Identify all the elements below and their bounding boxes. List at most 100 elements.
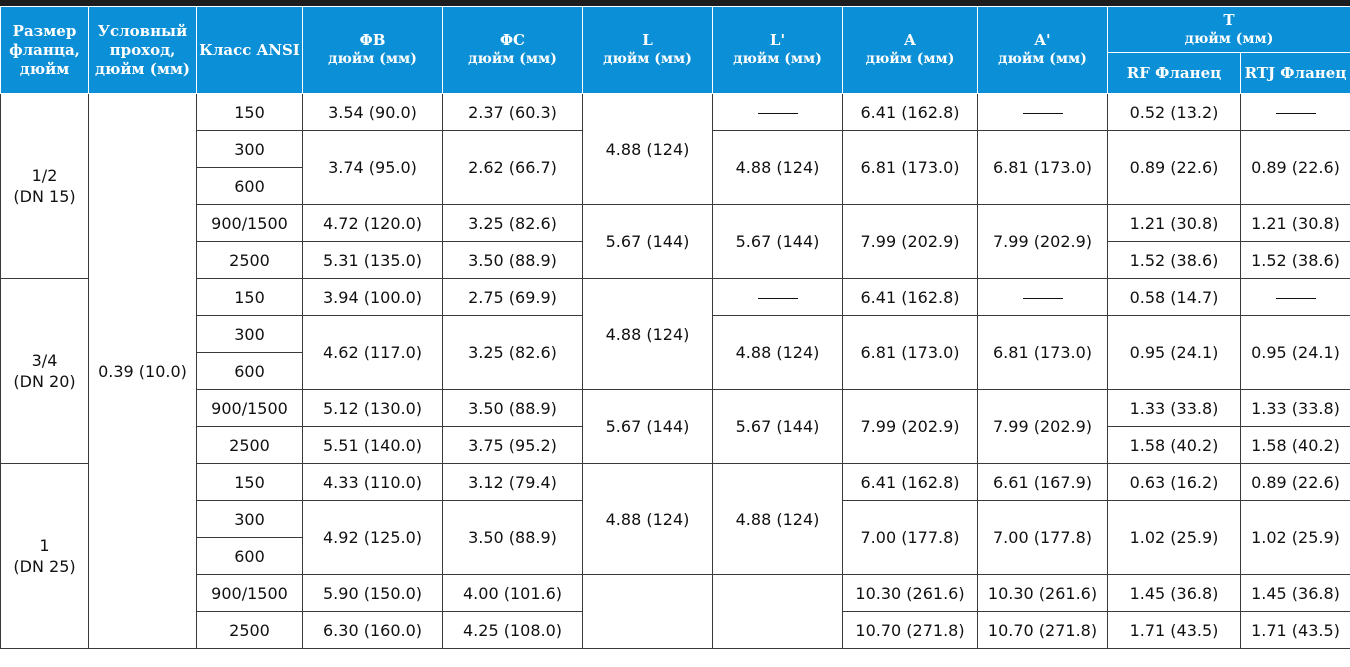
phi-c-cell: 4.00 (101.6) xyxy=(442,574,583,612)
rf-cell: 0.89 (22.6) xyxy=(1107,130,1241,205)
phi-b-cell: 5.31 (135.0) xyxy=(302,241,443,279)
l-prime-cell: 5.67 (144) xyxy=(712,389,843,464)
a-prime-cell: 6.81 (173.0) xyxy=(977,315,1108,390)
rtj-cell: 1.33 (33.8) xyxy=(1240,389,1350,427)
rf-cell: 1.02 (25.9) xyxy=(1107,500,1241,575)
flange-size: 1 xyxy=(39,536,50,555)
phi-b-cell: 3.54 (90.0) xyxy=(302,93,443,131)
header-l-label: L xyxy=(642,31,653,49)
header-l: Lдюйм (мм) xyxy=(582,6,713,94)
phi-c-cell: 2.37 (60.3) xyxy=(442,93,583,131)
ansi-class-cell: 300 xyxy=(196,130,303,168)
dash-mark: — xyxy=(1275,297,1316,299)
rf-cell: 0.63 (16.2) xyxy=(1107,463,1241,501)
table-body: 1/2 (DN 15) 0.39 (10.0) 150 3.54 (90.0) 2… xyxy=(0,93,1350,649)
ansi-class-cell: 2500 xyxy=(196,426,303,464)
rf-cell: 1.33 (33.8) xyxy=(1107,389,1241,427)
table-header: Размер фланца, дюйм Условный проход, дюй… xyxy=(0,6,1350,94)
ansi-class-cell: 900/1500 xyxy=(196,574,303,612)
dash-mark: — xyxy=(757,112,798,114)
table-row: 1/2 (DN 15) 0.39 (10.0) 150 3.54 (90.0) 2… xyxy=(0,93,1350,649)
header-unit: дюйм (мм) xyxy=(733,51,822,67)
ansi-class-cell: 300 xyxy=(196,500,303,538)
header-unit: дюйм (мм) xyxy=(468,51,557,67)
l-prime-cell: 4.88 (124) xyxy=(712,463,843,575)
phi-b-cell: 5.51 (140.0) xyxy=(302,426,443,464)
rtj-cell: — xyxy=(1240,93,1350,131)
table-row: 900/1500 4.72 (120.0) 3.25 (82.6) 5.67 (… xyxy=(1,204,1350,279)
rtj-cell: 1.02 (25.9) xyxy=(1240,500,1350,575)
a-prime-cell: 10.30 (261.6) xyxy=(977,574,1108,612)
rf-cell: 1.52 (38.6) xyxy=(1107,241,1241,279)
dash-mark: — xyxy=(1022,112,1063,114)
ansi-class-cell: 600 xyxy=(196,537,303,575)
phi-b-cell: 3.94 (100.0) xyxy=(302,278,443,316)
l-prime-cell: 4.88 (124) xyxy=(712,130,843,205)
rf-cell: 1.21 (30.8) xyxy=(1107,204,1241,242)
a-prime-cell: — xyxy=(977,93,1108,131)
flange-size: 1/2 xyxy=(31,166,58,185)
rtj-cell: 0.95 (24.1) xyxy=(1240,315,1350,390)
rtj-cell: 1.58 (40.2) xyxy=(1240,426,1350,464)
header-t: Tдюйм (мм) xyxy=(1107,6,1350,53)
l-cell: 4.88 (124) xyxy=(582,93,713,205)
dash-mark: — xyxy=(1275,112,1316,114)
phi-c-cell: 3.25 (82.6) xyxy=(442,204,583,242)
l-cell xyxy=(582,574,713,649)
header-t-label: T xyxy=(1223,10,1235,29)
a-cell: 6.81 (173.0) xyxy=(842,315,978,390)
a-prime-cell: — xyxy=(977,278,1108,316)
header-phi-b: ΦB дюйм (мм) xyxy=(302,6,443,94)
ansi-class-cell: 2500 xyxy=(196,611,303,649)
phi-c-cell: 3.50 (88.9) xyxy=(442,389,583,427)
l-prime-cell: — xyxy=(712,278,843,316)
nominal-bore-cell: 0.39 (10.0) xyxy=(88,93,197,649)
ansi-class-cell: 900/1500 xyxy=(196,204,303,242)
dash-mark: — xyxy=(1022,297,1063,299)
a-cell: 6.41 (162.8) xyxy=(842,93,978,131)
a-cell: 7.99 (202.9) xyxy=(842,204,978,279)
l-cell: 5.67 (144) xyxy=(582,204,713,279)
phi-b-cell: 4.72 (120.0) xyxy=(302,204,443,242)
ansi-class-cell: 600 xyxy=(196,352,303,390)
table-row: 3/4 (DN 20) 150 3.94 (100.0) 2.75 (69.9) … xyxy=(0,278,1350,464)
page: Размер фланца, дюйм Условный проход, дюй… xyxy=(0,0,1350,667)
header-unit: дюйм (мм) xyxy=(1184,30,1274,47)
ansi-class-cell: 300 xyxy=(196,315,303,353)
header-unit: дюйм (мм) xyxy=(865,51,955,67)
l-prime-cell: — xyxy=(712,93,843,131)
a-prime-cell: 7.99 (202.9) xyxy=(977,389,1108,464)
phi-c-cell: 3.50 (88.9) xyxy=(442,500,583,575)
a-prime-cell: 6.61 (167.9) xyxy=(977,463,1108,501)
flange-dn: (DN 15) xyxy=(13,187,76,206)
flange-spec-table: Размер фланца, дюйм Условный проход, дюй… xyxy=(0,6,1350,649)
rf-cell: 0.95 (24.1) xyxy=(1107,315,1241,390)
header-phi-c-label: ΦC xyxy=(499,31,525,49)
rf-cell: 0.52 (13.2) xyxy=(1107,93,1241,131)
flange-size-cell: 3/4 (DN 20) xyxy=(0,278,89,464)
header-rtj-flange: RTJ Фланец xyxy=(1240,52,1350,94)
header-ansi-class: Класс ANSI xyxy=(196,6,303,94)
header-a: Aдюйм (мм) xyxy=(842,6,978,94)
table-row: 1 (DN 25) 150 4.33 (110.0) 3.12 (79.4) 4.… xyxy=(0,463,1350,649)
header-a-prime-label: A' xyxy=(1034,31,1051,49)
ansi-class-cell: 2500 xyxy=(196,241,303,279)
rtj-cell: 0.89 (22.6) xyxy=(1240,130,1350,205)
phi-c-cell: 2.62 (66.7) xyxy=(442,130,583,205)
rf-cell: 1.71 (43.5) xyxy=(1107,611,1241,649)
rf-cell: 0.58 (14.7) xyxy=(1107,278,1241,316)
ansi-class-cell: 900/1500 xyxy=(196,389,303,427)
flange-size: 3/4 xyxy=(31,351,58,370)
ansi-class-cell: 150 xyxy=(196,463,303,501)
rtj-cell: 0.89 (22.6) xyxy=(1240,463,1350,501)
header-a-prime: A' дюйм (мм) xyxy=(977,6,1108,94)
header-rf-flange: RF Фланец xyxy=(1107,52,1241,94)
header-unit: дюйм (мм) xyxy=(328,51,417,67)
phi-b-cell: 4.92 (125.0) xyxy=(302,500,443,575)
a-prime-cell: 10.70 (271.8) xyxy=(977,611,1108,649)
a-cell: 7.00 (177.8) xyxy=(842,500,978,575)
header-l-prime-label: L' xyxy=(769,31,786,49)
phi-b-cell: 5.90 (150.0) xyxy=(302,574,443,612)
a-cell: 7.99 (202.9) xyxy=(842,389,978,464)
phi-b-cell: 4.62 (117.0) xyxy=(302,315,443,390)
